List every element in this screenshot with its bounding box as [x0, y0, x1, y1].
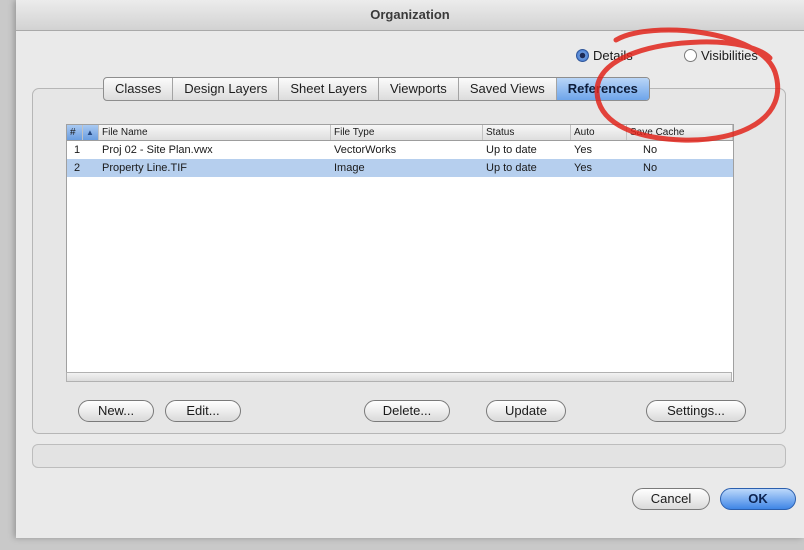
- delete-button[interactable]: Delete...: [364, 400, 450, 422]
- cell-auto: Yes: [574, 144, 592, 156]
- update-button[interactable]: Update: [486, 400, 566, 422]
- cell-file-name: Proj 02 - Site Plan.vwx: [102, 144, 213, 156]
- cell-file-type: VectorWorks: [334, 144, 397, 156]
- tab-classes[interactable]: Classes: [104, 78, 174, 100]
- visibilities-radio[interactable]: Visibilities: [684, 48, 758, 63]
- title-bar[interactable]: Organization: [16, 0, 804, 31]
- tab-viewports[interactable]: Viewports: [379, 78, 459, 100]
- cell-save-cache: No: [643, 144, 658, 156]
- tab-sheet-layers[interactable]: Sheet Layers: [279, 78, 379, 100]
- table-row[interactable]: 1 Proj 02 - Site Plan.vwx VectorWorks Up…: [67, 141, 733, 159]
- radio-selected-icon: [576, 49, 589, 62]
- new-button[interactable]: New...: [78, 400, 154, 422]
- details-radio-label: Details: [593, 48, 633, 63]
- table-row-selected[interactable]: 2 Property Line.TIF Image Up to date Yes…: [67, 159, 733, 177]
- cell-save-cache: No: [643, 162, 658, 174]
- cell-status: Up to date: [486, 162, 537, 174]
- organization-tabs: Classes Design Layers Sheet Layers Viewp…: [103, 77, 650, 101]
- ok-button[interactable]: OK: [720, 488, 796, 510]
- cell-file-type: Image: [334, 162, 365, 174]
- cell-status: Up to date: [486, 144, 537, 156]
- radio-unselected-icon: [684, 49, 697, 62]
- cell-auto: Yes: [574, 162, 592, 174]
- column-header-file-type[interactable]: File Type: [331, 125, 483, 140]
- cell-file-name: Property Line.TIF: [102, 162, 187, 174]
- edit-button[interactable]: Edit...: [165, 400, 241, 422]
- table-header: # ▲ File Name File Type Status Auto Save…: [67, 125, 733, 141]
- visibilities-radio-label: Visibilities: [701, 48, 758, 63]
- tab-saved-views[interactable]: Saved Views: [459, 78, 557, 100]
- references-table: # ▲ File Name File Type Status Auto Save…: [66, 124, 734, 382]
- window-title: Organization: [370, 7, 450, 22]
- column-header-status[interactable]: Status: [483, 125, 571, 140]
- sort-ascending-icon[interactable]: ▲: [83, 125, 99, 140]
- cell-number: 2: [74, 162, 81, 174]
- column-header-number[interactable]: #: [67, 125, 83, 140]
- cell-number: 1: [74, 144, 81, 156]
- status-bar: [32, 444, 786, 468]
- tab-references[interactable]: References: [556, 78, 649, 100]
- cancel-button[interactable]: Cancel: [632, 488, 710, 510]
- horizontal-scrollbar[interactable]: [66, 372, 732, 382]
- column-header-auto[interactable]: Auto: [571, 125, 627, 140]
- settings-button[interactable]: Settings...: [646, 400, 746, 422]
- column-header-file-name[interactable]: File Name: [99, 125, 331, 140]
- tab-design-layers[interactable]: Design Layers: [173, 78, 280, 100]
- column-header-save-cache[interactable]: Save Cache: [627, 125, 733, 140]
- details-radio[interactable]: Details: [576, 48, 633, 63]
